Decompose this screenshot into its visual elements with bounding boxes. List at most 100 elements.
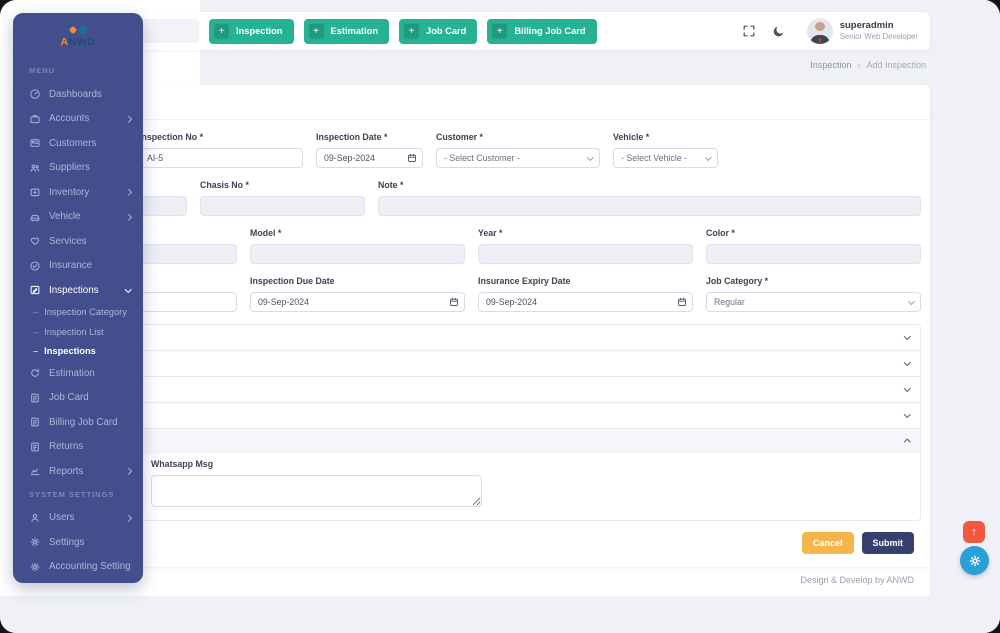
- gear-icon: [30, 562, 40, 572]
- accordion-inspection-category-header[interactable]: Inspection Category: [23, 377, 920, 402]
- chevron-down-icon: [903, 359, 910, 366]
- breadcrumb: Inspection › Add Inspection: [810, 60, 926, 70]
- note-input: [378, 196, 921, 216]
- file-icon: [31, 417, 39, 427]
- sidebar-subitem-inspection-category[interactable]: – Inspection Category: [13, 303, 143, 323]
- car-icon: [30, 214, 40, 222]
- logo-teal-diamond-icon: [76, 24, 89, 36]
- accordion-technician-remarks-header[interactable]: Technician Remarks: [23, 403, 920, 428]
- sidebar-item-settings[interactable]: Settings: [13, 530, 143, 555]
- card-footer: Cancel Submit: [13, 521, 930, 567]
- sidebar-item-services[interactable]: Services: [13, 229, 143, 254]
- page-head: INSPECTION Inspection › Add Inspection: [10, 53, 930, 77]
- breadcrumb-parent[interactable]: Inspection: [810, 60, 851, 70]
- vehicle-field: Vehicle * - Select Vehicle -: [613, 132, 718, 168]
- chevron-down-icon: [124, 286, 131, 293]
- sidebar-item-job-card[interactable]: Job Card: [13, 386, 143, 411]
- refresh-icon: [31, 369, 39, 377]
- inspection-no-input[interactable]: [139, 148, 303, 168]
- accordion-inspection-detail-header[interactable]: Inspection Detail: [23, 325, 920, 350]
- fullscreen-icon[interactable]: [739, 24, 759, 38]
- sidebar-item-vehicle[interactable]: Vehicle: [13, 205, 143, 230]
- sidebar-item-returns[interactable]: Returns: [13, 435, 143, 460]
- chevron-right-icon: [124, 115, 131, 122]
- sidebar-subitem-inspections[interactable]: – Inspections: [13, 342, 143, 362]
- dark-mode-moon-icon[interactable]: [769, 24, 789, 38]
- accordion-delivery-tech-details-header[interactable]: Delivery & Tech Details: [23, 429, 920, 454]
- chasis-no-field: Chasis No *: [200, 180, 365, 216]
- insurance-expiry-date-input[interactable]: [478, 292, 693, 312]
- inspection-date-input[interactable]: [316, 148, 423, 168]
- chevron-down-icon: [704, 153, 711, 161]
- add-billing-job-card-button[interactable]: + Billing Job Card: [487, 18, 597, 44]
- accordion-job-description-header[interactable]: Job Description: [23, 351, 920, 376]
- model-input: [250, 244, 465, 264]
- dashboard-icon: [30, 89, 40, 99]
- edit-square-icon: [30, 286, 40, 295]
- id-card-icon: [30, 139, 40, 148]
- form-row-2: Plate No * Chasis No * Note *: [22, 180, 921, 216]
- sidebar-item-reports[interactable]: Reports: [13, 459, 143, 484]
- sidebar-item-customers[interactable]: Customers: [13, 131, 143, 156]
- add-estimation-button[interactable]: + Estimation: [303, 18, 390, 44]
- sidebar-item-insurance[interactable]: Insurance: [13, 254, 143, 279]
- scroll-to-top-button[interactable]: ↑: [963, 521, 985, 543]
- brand-name: ANWD: [60, 36, 96, 48]
- whatsapp-msg-textarea[interactable]: [151, 475, 482, 507]
- year-input: [478, 244, 693, 264]
- chevron-down-icon: [903, 385, 910, 392]
- add-inspection-card: Add Inspection Branch * Select Branch In…: [13, 85, 930, 567]
- sidebar-item-inspections[interactable]: Inspections: [13, 278, 143, 303]
- sidebar-item-users[interactable]: Users: [13, 506, 143, 531]
- sidebar-nav: MENU Dashboards Accounts Customers Suppl…: [13, 60, 143, 575]
- menu-section-label: MENU: [29, 66, 56, 75]
- inspection-due-date-input[interactable]: [250, 292, 465, 312]
- footer-credit: Design & Develop by ANWD: [800, 574, 914, 585]
- form-row-1: Branch * Select Branch Inspection No * I…: [22, 132, 921, 168]
- sidebar-item-dashboards[interactable]: Dashboards: [13, 82, 143, 107]
- card-title: Add Inspection: [13, 85, 930, 120]
- vehicle-select[interactable]: - Select Vehicle -: [613, 148, 718, 168]
- add-job-card-button[interactable]: + Job Card: [399, 18, 478, 44]
- accordion-job-description: Job Description: [23, 350, 920, 376]
- file-icon: [31, 393, 39, 403]
- sidebar-item-accounting-settings[interactable]: Accounting Settings: [13, 555, 143, 576]
- form-row-4: Mileage Inspection Due Date Insurance Ex…: [22, 276, 921, 312]
- user-menu[interactable]: superadmin Senior Web Developer: [799, 18, 922, 44]
- user-icon: [31, 513, 39, 522]
- chevron-down-icon: [586, 153, 593, 161]
- job-category-select[interactable]: Regular: [706, 292, 921, 312]
- system-section-label: SYSTEM SETTINGS: [29, 489, 115, 499]
- sidebar-item-accounts[interactable]: Accounts: [13, 107, 143, 132]
- customer-field: Customer * - Select Customer -: [436, 132, 600, 168]
- whatsapp-msg-field: Whatsapp Msg: [151, 459, 482, 507]
- gear-icon: [30, 537, 40, 547]
- brand-logo[interactable]: ANWD: [13, 24, 143, 48]
- submit-button[interactable]: Submit: [861, 532, 914, 554]
- chevron-down-icon: [903, 333, 910, 340]
- app-window: Design & Develop by ANWD ANWD MENU Dashb…: [0, 0, 1000, 633]
- insurance-icon: [30, 261, 40, 271]
- inspection-no-field: Inspection No *: [139, 132, 303, 168]
- add-inspection-button[interactable]: + Inspection: [209, 18, 294, 44]
- inspection-date-field: Inspection Date *: [316, 132, 423, 168]
- cancel-button[interactable]: Cancel: [801, 532, 854, 554]
- plus-icon: +: [214, 23, 229, 39]
- plus-icon: +: [308, 23, 324, 39]
- sidebar-item-billing-job-card[interactable]: Billing Job Card: [13, 410, 143, 435]
- accordion-inspection-detail: Inspection Detail: [23, 325, 920, 350]
- chart-icon: [30, 468, 40, 476]
- user-name: superadmin: [839, 20, 894, 32]
- delivery-tech-details-body: Advisor * Select Advisor Whatsapp Msg: [23, 454, 920, 520]
- sidebar-item-estimation[interactable]: Estimation: [13, 361, 143, 386]
- chevron-right-icon: [124, 189, 131, 196]
- breadcrumb-separator-icon: ›: [857, 60, 861, 70]
- sidebar-item-inventory[interactable]: Inventory: [13, 180, 143, 205]
- support-settings-fab[interactable]: [960, 546, 989, 575]
- sidebar-item-suppliers[interactable]: Suppliers: [13, 156, 143, 181]
- bottom-band: [0, 596, 1000, 633]
- accordion-inspection-category: Inspection Category: [23, 376, 920, 402]
- sidebar-subitem-inspection-list[interactable]: – Inspection List: [13, 322, 143, 342]
- customer-select[interactable]: - Select Customer -: [436, 148, 600, 168]
- year-field: Year *: [478, 228, 693, 264]
